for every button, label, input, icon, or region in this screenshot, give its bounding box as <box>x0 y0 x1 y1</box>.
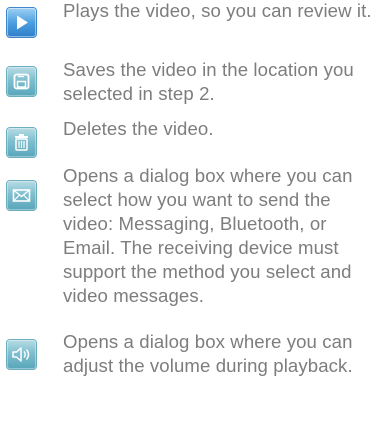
volume-description: Opens a dialog box where you can adjust … <box>63 331 353 376</box>
send-description: Opens a dialog box where you can select … <box>63 165 353 306</box>
volume-icon[interactable] <box>7 340 36 369</box>
play-icon[interactable] <box>7 8 36 37</box>
save-icon[interactable] <box>7 67 36 96</box>
send-icon[interactable] <box>7 181 36 210</box>
delete-description: Deletes the video. <box>63 118 214 139</box>
play-description: Plays the video, so you can review it. <box>63 0 372 21</box>
save-description: Saves the video in the location you sele… <box>63 59 354 104</box>
delete-icon[interactable] <box>7 128 36 157</box>
